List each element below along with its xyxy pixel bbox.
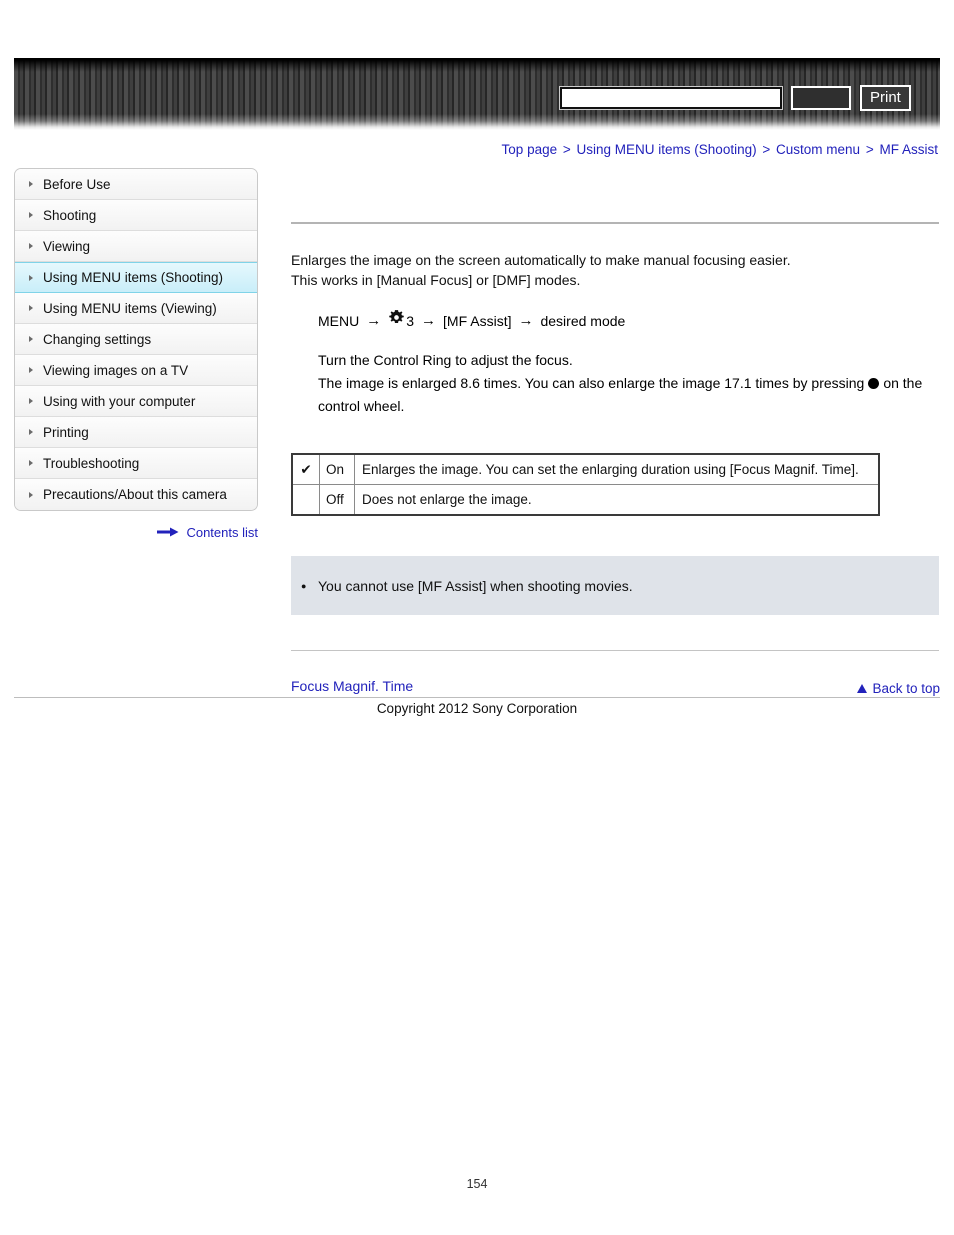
focus-description-line-1: Turn the Control Ring to adjust the focu… [318,352,573,368]
content-divider [291,222,939,224]
table-row: ✔ On Enlarges the image. You can set the… [291,453,880,485]
note-box: You cannot use [MF Assist] when shooting… [291,556,939,615]
intro-line-2: This works in [Manual Focus] or [DMF] mo… [291,272,581,288]
chevron-right-icon [29,181,33,187]
table-cell-description: Does not enlarge the image. [354,484,880,516]
footer-divider [14,697,940,698]
sidebar-item-label: Precautions/About this camera [43,487,227,502]
breadcrumb-item-mf-assist[interactable]: MF Assist [879,142,938,157]
menu-path: MENU → 3 → [MF Assist] → desired mode [318,309,939,332]
search-button[interactable] [791,86,851,110]
breadcrumb-item-top-page[interactable]: Top page [502,142,558,157]
table-cell-check [291,484,320,516]
table-cell-check: ✔ [291,453,320,485]
chevron-right-icon [29,274,33,281]
sidebar-item-using-menu-items-shooting[interactable]: Using MENU items (Shooting) [15,262,257,293]
contents-list-label: Contents list [186,525,258,541]
breadcrumb-separator: > [762,142,771,157]
sidebar-item-precautions-about-this-camera[interactable]: Precautions/About this camera [15,479,257,510]
sidebar-item-printing[interactable]: Printing [15,417,257,448]
sidebar-item-label: Before Use [43,176,111,192]
sidebar-item-label: Viewing images on a TV [43,362,189,378]
focus-description-line-2-part-1: The image is enlarged 8.6 times. You can… [318,375,865,391]
breadcrumb: Top page > Using MENU items (Shooting) >… [502,142,938,157]
arrow-right-glyph: → [366,312,382,329]
related-link-label[interactable]: Focus Magnif. Time [291,678,413,694]
table-row: Off Does not enlarge the image. [291,484,880,516]
back-to-top-link[interactable]: Back to top [857,681,940,696]
search-input[interactable] [559,86,783,110]
sidebar-item-label: Using MENU items (Viewing) [43,300,217,316]
table-cell-description: Enlarges the image. You can set the enla… [354,453,880,485]
table-cell-option: Off [319,484,355,516]
chevron-right-icon [29,305,33,311]
table-cell-option: On [319,453,355,485]
sidebar-item-viewing-images-on-a-tv[interactable]: Viewing images on a TV [15,355,257,386]
sidebar-item-label: Shooting [43,207,97,223]
sidebar-item-viewing[interactable]: Viewing [15,231,257,262]
header-controls: Print [559,84,911,112]
arrow-right-glyph: → [518,312,534,329]
note-divider [291,650,939,651]
gear-icon [388,309,405,332]
breadcrumb-separator: > [865,142,874,157]
print-button[interactable]: Print [860,85,911,111]
sidebar-item-using-menu-items-viewing[interactable]: Using MENU items (Viewing) [15,293,257,324]
menu-path-result-label: desired mode [540,312,626,329]
chevron-right-icon [29,367,33,373]
arrow-right-glyph: → [421,312,437,329]
contents-list-link[interactable]: Contents list [14,524,258,541]
focus-description: Turn the Control Ring to adjust the focu… [318,349,939,418]
sidebar-item-before-use[interactable]: Before Use [15,169,257,200]
chevron-right-icon [29,491,33,498]
breadcrumb-separator: > [562,142,571,157]
sidebar-item-label: Using MENU items (Shooting) [43,270,224,285]
sidebar-item-label: Changing settings [43,331,152,347]
menu-path-menu-label: MENU [318,312,360,329]
back-to-top-label: Back to top [872,681,940,696]
sidebar-item-changing-settings[interactable]: Changing settings [15,324,257,355]
chevron-right-icon [29,398,33,404]
copyright-text: Copyright 2012 Sony Corporation [376,701,578,716]
triangle-up-icon [857,683,868,693]
chevron-right-icon [29,429,33,435]
menu-path-item-label: [MF Assist] [443,312,512,329]
focus-description-line-2: The image is enlarged 8.6 times. You can… [318,372,939,418]
gear-menu-number: 3 [406,312,415,329]
chevron-right-icon [29,460,33,466]
main-content: Enlarges the image on the screen automat… [291,222,939,694]
sidebar-item-label: Printing [43,424,89,440]
breadcrumb-item-using-menu-items-shooting[interactable]: Using MENU items (Shooting) [577,142,757,157]
chevron-right-icon [29,336,33,342]
related-link[interactable]: Focus Magnif. Time [291,678,939,694]
center-button-icon [868,377,880,389]
arrow-right-icon [156,525,179,540]
chevron-right-icon [29,243,33,249]
intro-line-1: Enlarges the image on the screen automat… [291,252,791,268]
sidebar-item-label: Troubleshooting [43,455,140,471]
chevron-right-icon [29,212,33,218]
note-item: You cannot use [MF Assist] when shooting… [291,577,939,596]
breadcrumb-item-custom-menu[interactable]: Custom menu [776,142,860,157]
sidebar-item-troubleshooting[interactable]: Troubleshooting [15,448,257,479]
page-number: 154 [466,1177,488,1191]
options-table: ✔ On Enlarges the image. You can set the… [291,453,880,516]
sidebar-item-using-with-your-computer[interactable]: Using with your computer [15,386,257,417]
sidebar-navigation: Before Use Shooting Viewing Using MENU i… [14,168,258,511]
sidebar-item-label: Viewing [43,238,91,254]
sidebar-item-shooting[interactable]: Shooting [15,200,257,231]
sidebar-item-label: Using with your computer [43,393,196,409]
